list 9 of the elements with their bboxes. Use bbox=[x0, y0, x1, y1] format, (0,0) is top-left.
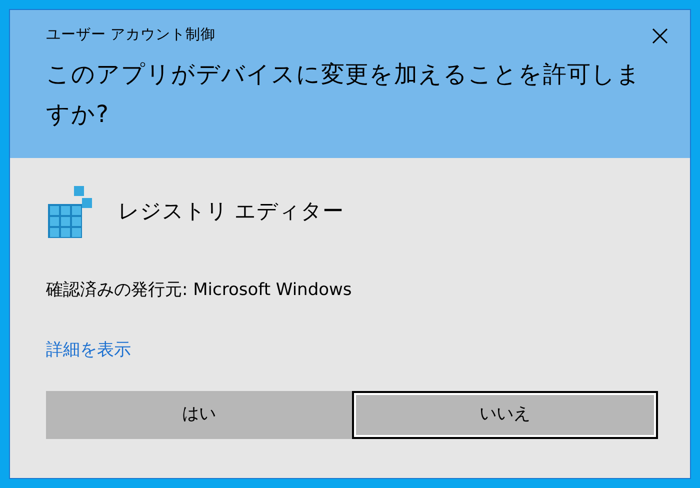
dialog-question: このアプリがデバイスに変更を加えることを許可しますか? bbox=[46, 59, 642, 130]
window-title: ユーザー アカウント制御 bbox=[46, 26, 216, 45]
registry-cubes-icon bbox=[46, 186, 94, 238]
no-button[interactable]: いいえ bbox=[352, 391, 658, 439]
publisher-text: 確認済みの発行元: Microsoft Windows bbox=[46, 279, 353, 302]
details-link[interactable]: 詳細を表示 bbox=[46, 338, 131, 363]
yes-button[interactable]: はい bbox=[46, 391, 352, 439]
close-icon[interactable] bbox=[652, 28, 668, 44]
app-name: レジストリ エディター bbox=[118, 198, 344, 226]
